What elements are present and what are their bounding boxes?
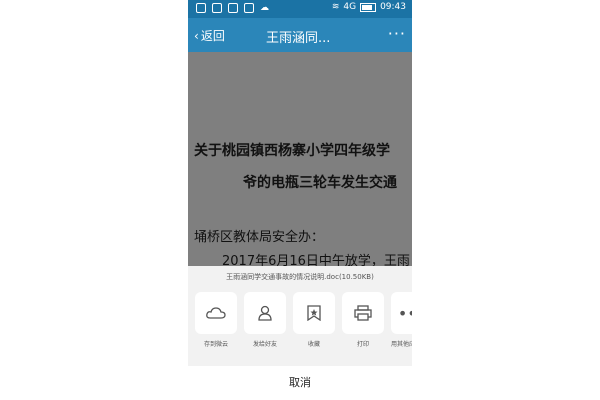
- document-title-line1: 关于桃园镇西杨寨小学四年级学: [194, 143, 390, 159]
- notification-icons: ☁: [196, 3, 270, 13]
- back-label: 返回: [200, 29, 225, 43]
- share-item-label: 收藏: [307, 341, 320, 348]
- nav-bar: ‹ 返回 王雨涵同... ···: [188, 18, 412, 52]
- notification-icon: [228, 3, 238, 13]
- share-weiyun-button[interactable]: 存到微云: [194, 292, 238, 348]
- image-icon: [244, 3, 254, 13]
- document-recipient: 埇桥区教体局安全办：: [194, 230, 325, 245]
- notification-icon: [196, 3, 206, 13]
- wifi-icon: ≋: [331, 2, 340, 12]
- nav-title: 王雨涵同...: [266, 31, 331, 46]
- back-button[interactable]: ‹ 返回: [194, 27, 225, 44]
- favorite-button[interactable]: 收藏: [292, 292, 336, 348]
- phone-screen: ☁ ≋ 4G 09:43 ‹ 返回 王雨涵同... ··· 关于桃园镇西杨寨小学…: [188, 0, 412, 400]
- more-options-icon[interactable]: ···: [388, 24, 406, 43]
- chevron-left-icon: ‹: [194, 28, 199, 43]
- printer-icon: [342, 292, 384, 334]
- share-item-label: 存到微云: [203, 341, 228, 348]
- document-title-line2: 爷的电瓶三轮车发生交通: [243, 175, 397, 191]
- cloud-status-icon: ☁: [260, 3, 269, 13]
- share-item-label: 打印: [356, 341, 369, 348]
- network-type: 4G: [343, 2, 357, 12]
- cloud-icon: [195, 292, 237, 334]
- more-icon: •••: [391, 292, 412, 334]
- share-sheet: 王雨涵同学交通事故的情况说明.doc(10.50KB) 存到微云 发给好友 收藏: [188, 266, 412, 400]
- open-with-other-app-button[interactable]: ••• 用其他应用打开: [390, 292, 412, 348]
- share-item-label: 发给好友: [252, 341, 277, 348]
- document-preview: 关于桃园镇西杨寨小学四年级学 爷的电瓶三轮车发生交通 埇桥区教体局安全办： 20…: [188, 52, 412, 269]
- share-item-label: 用其他应用打开: [390, 341, 412, 348]
- status-time: 09:43: [380, 2, 406, 12]
- bookmark-star-icon: [293, 292, 335, 334]
- status-bar: ☁ ≋ 4G 09:43: [188, 0, 412, 18]
- share-options: 存到微云 发给好友 收藏 打印 •••: [194, 292, 412, 348]
- battery-icon: [360, 2, 377, 12]
- notification-icon: [212, 3, 222, 13]
- print-button[interactable]: 打印: [341, 292, 385, 348]
- person-icon: [244, 292, 286, 334]
- send-to-friend-button[interactable]: 发给好友: [243, 292, 287, 348]
- file-name: 王雨涵同学交通事故的情况说明.doc(10.50KB): [226, 273, 374, 281]
- cancel-button[interactable]: 取消: [188, 366, 412, 400]
